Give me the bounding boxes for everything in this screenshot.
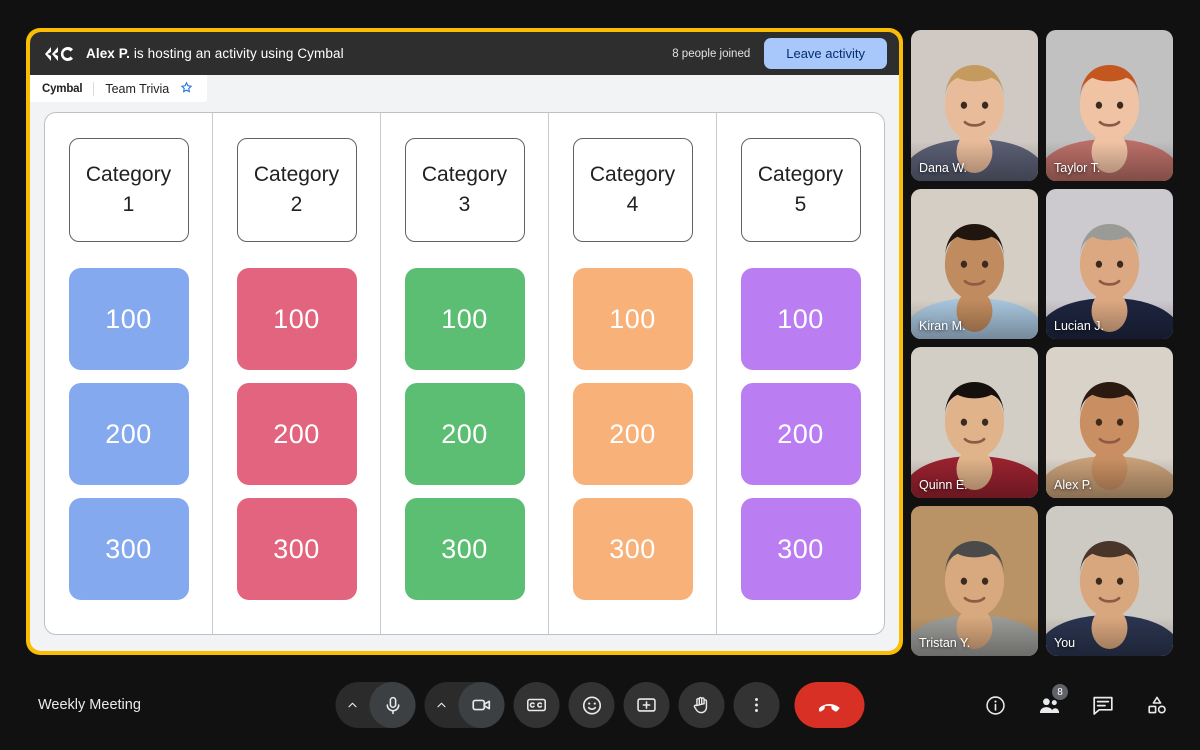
- score-tile[interactable]: 100: [236, 268, 357, 370]
- category-card[interactable]: Category 3: [404, 138, 525, 242]
- activity-host-rest: is hosting an activity using Cymbal: [129, 46, 344, 61]
- participant-tile[interactable]: Quinn E.: [911, 347, 1038, 498]
- participant-video: [1046, 347, 1173, 498]
- participant-video: [911, 347, 1038, 498]
- doc-bar-divider: [93, 81, 95, 96]
- present-screen-button[interactable]: [623, 682, 670, 728]
- activity-top-bar: Alex P. is hosting an activity using Cym…: [30, 32, 899, 75]
- category-card[interactable]: Category 1: [68, 138, 189, 242]
- participant-tile[interactable]: You: [1046, 505, 1173, 656]
- participant-video: [911, 505, 1038, 656]
- participant-tile[interactable]: Lucian J.: [1046, 188, 1173, 339]
- people-panel-button[interactable]: 8: [1028, 684, 1070, 726]
- participant-video: [1046, 505, 1173, 656]
- reactions-button[interactable]: [568, 682, 615, 728]
- board-column: Category 2 100 200 300: [213, 113, 381, 634]
- meeting-right-icons: 8: [974, 684, 1178, 726]
- score-tile[interactable]: 300: [68, 498, 189, 600]
- score-tile[interactable]: 200: [236, 383, 357, 485]
- cymbal-brand-label: Cymbal: [42, 82, 83, 95]
- activity-doc-bar: Cymbal Team Trivia: [30, 75, 899, 102]
- board-column: Category 3 100 200 300: [381, 113, 549, 634]
- score-tile[interactable]: 100: [740, 268, 861, 370]
- microphone-control-group: [335, 682, 416, 728]
- participant-name-label: Lucian J.: [1054, 319, 1105, 333]
- participant-video: [911, 188, 1038, 339]
- activity-host-label: Alex P. is hosting an activity using Cym…: [86, 46, 344, 61]
- camera-button[interactable]: [458, 682, 505, 728]
- participant-name-label: Taylor T.: [1054, 160, 1101, 175]
- category-card[interactable]: Category 2: [236, 138, 357, 242]
- board-column: Category 4 100 200 300: [549, 113, 717, 634]
- participant-name-label: You: [1054, 636, 1076, 650]
- participant-name-label: Dana W.: [919, 160, 967, 175]
- participant-tile[interactable]: Dana W.: [911, 30, 1038, 181]
- score-tile[interactable]: 100: [572, 268, 693, 370]
- end-call-button[interactable]: [794, 682, 865, 728]
- captions-button[interactable]: [513, 682, 560, 728]
- score-tile[interactable]: 200: [572, 383, 693, 485]
- meet-activity-screen: Alex P. is hosting an activity using Cym…: [0, 0, 1200, 750]
- people-count-badge: 8: [1052, 684, 1068, 700]
- trivia-board: Category 1 100 200 300 Category 2 100 200 300 Cate…: [44, 112, 885, 635]
- score-tile[interactable]: 200: [740, 383, 861, 485]
- score-tile[interactable]: 300: [236, 498, 357, 600]
- participant-grid: Dana W. Taylor T. Kiran M. Lucian J. Quinn E…: [911, 30, 1173, 656]
- meeting-controls: [335, 682, 865, 728]
- more-options-button[interactable]: [733, 682, 780, 728]
- trivia-board-wrapper: Category 1 100 200 300 Category 2 100 200 300 Cate…: [30, 102, 899, 651]
- cymbal-logo-icon: [44, 45, 74, 63]
- chat-panel-button[interactable]: [1082, 684, 1124, 726]
- participant-video: [911, 30, 1038, 181]
- score-tile[interactable]: 200: [404, 383, 525, 485]
- participant-name-label: Tristan Y.: [919, 636, 971, 650]
- microphone-button[interactable]: [369, 682, 416, 728]
- participant-tile[interactable]: Taylor T.: [1046, 30, 1173, 181]
- joined-count-label: 8 people joined: [672, 47, 751, 60]
- score-tile[interactable]: 300: [572, 498, 693, 600]
- score-tile[interactable]: 200: [68, 383, 189, 485]
- participant-name-label: Kiran M.: [919, 319, 966, 333]
- activity-title-label: Team Trivia: [105, 81, 170, 96]
- participant-tile[interactable]: Alex P.: [1046, 347, 1173, 498]
- activity-top-bar-right: 8 people joined Leave activity: [672, 38, 887, 69]
- star-icon[interactable]: [180, 81, 193, 96]
- activity-host-name: Alex P.: [86, 46, 130, 61]
- board-column: Category 5 100 200 300: [717, 113, 884, 634]
- leave-activity-button[interactable]: Leave activity: [764, 38, 887, 69]
- meeting-details-button[interactable]: [974, 684, 1016, 726]
- participant-video: [1046, 30, 1173, 181]
- meeting-name-label: Weekly Meeting: [38, 697, 141, 713]
- camera-control-group: [424, 682, 505, 728]
- score-tile[interactable]: 300: [404, 498, 525, 600]
- raise-hand-button[interactable]: [678, 682, 725, 728]
- score-tile[interactable]: 300: [740, 498, 861, 600]
- meeting-bottom-bar: Weekly Meeting 8: [0, 660, 1200, 750]
- participant-name-label: Quinn E.: [919, 477, 968, 492]
- participant-name-label: Alex P.: [1054, 477, 1092, 492]
- score-tile[interactable]: 100: [404, 268, 525, 370]
- score-tile[interactable]: 100: [68, 268, 189, 370]
- participant-tile[interactable]: Tristan Y.: [911, 505, 1038, 656]
- activities-panel-button[interactable]: [1136, 684, 1178, 726]
- camera-options-chevron[interactable]: [425, 682, 459, 728]
- mic-options-chevron[interactable]: [336, 682, 370, 728]
- activity-panel: Alex P. is hosting an activity using Cym…: [30, 32, 899, 651]
- activity-panel-frame: Alex P. is hosting an activity using Cym…: [26, 28, 903, 655]
- participant-tile[interactable]: Kiran M.: [911, 188, 1038, 339]
- participant-video: [1046, 188, 1173, 339]
- activity-doc-chip: Cymbal Team Trivia: [30, 75, 208, 102]
- category-card[interactable]: Category 4: [572, 138, 693, 242]
- board-column: Category 1 100 200 300: [45, 113, 213, 634]
- category-card[interactable]: Category 5: [740, 138, 861, 242]
